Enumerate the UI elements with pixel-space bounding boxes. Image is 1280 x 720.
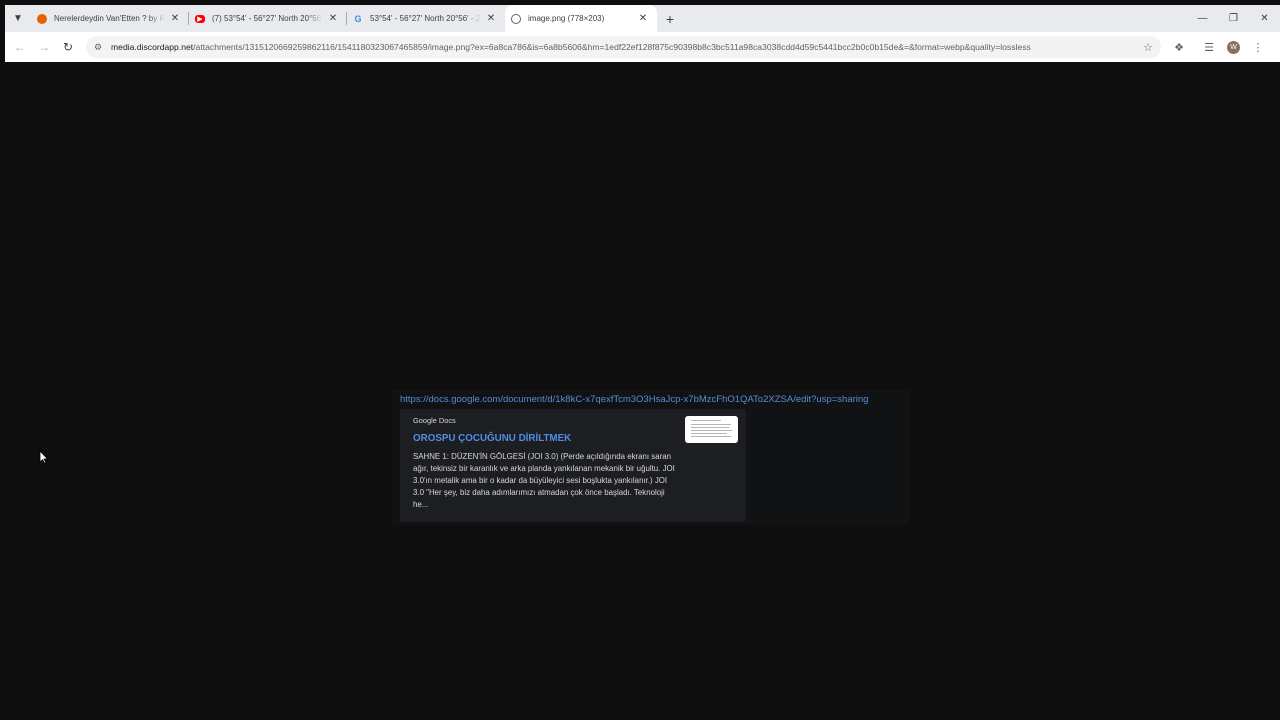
profile-avatar[interactable]: W bbox=[1227, 40, 1240, 54]
close-tab-icon[interactable]: ✕ bbox=[169, 13, 181, 24]
thumb-line bbox=[691, 424, 731, 425]
tab-title: image.png (778×203) bbox=[528, 14, 605, 23]
close-tab-icon[interactable]: ✕ bbox=[485, 13, 497, 24]
mouse-cursor-icon bbox=[39, 450, 49, 464]
address-bar[interactable]: ⚙ media.discordapp.net/attachments/13151… bbox=[86, 36, 1161, 58]
thumb-line bbox=[691, 420, 721, 421]
tab-title: 53°54' - 56°27' North 20°56' - 2 bbox=[370, 14, 481, 23]
new-tab-button[interactable]: + bbox=[657, 5, 683, 32]
page-viewport: https://docs.google.com/document/d/1k8kC… bbox=[5, 63, 1280, 717]
youtube-icon: ▶ bbox=[195, 14, 205, 23]
close-window-icon[interactable]: ✕ bbox=[1249, 5, 1280, 32]
url-text[interactable]: media.discordapp.net/attachments/1315120… bbox=[111, 42, 1137, 52]
bookmark-star-icon[interactable]: ☆ bbox=[1143, 41, 1153, 54]
tab-4-active[interactable]: image.png (778×203) ✕ bbox=[505, 5, 657, 32]
tab-search-chevron-icon[interactable]: ▼ bbox=[5, 5, 31, 32]
tab-1[interactable]: Nerelerdeydin Van'Etten ? by Ki ✕ bbox=[31, 5, 189, 32]
firefox-icon bbox=[37, 13, 47, 24]
restore-icon[interactable]: ❐ bbox=[1218, 5, 1249, 32]
extensions-icon[interactable]: ❖ bbox=[1167, 35, 1191, 59]
tab-title: Nerelerdeydin Van'Etten ? by Ki bbox=[54, 14, 165, 23]
back-arrow-icon[interactable]: ← bbox=[8, 35, 32, 59]
thumb-line bbox=[691, 436, 731, 437]
document-thumbnail bbox=[685, 416, 738, 443]
url-path: /attachments/1315120669259862116/1541180… bbox=[193, 42, 1031, 52]
tab-title: (7) 53°54' - 56°27' North 20°56' bbox=[212, 14, 323, 23]
forward-arrow-icon[interactable]: → bbox=[32, 35, 56, 59]
embed-title: OROSPU ÇOCUĞUNU DİRİLTMEK bbox=[413, 433, 572, 444]
close-tab-icon[interactable]: ✕ bbox=[637, 13, 649, 24]
globe-icon bbox=[511, 13, 521, 24]
tab-strip: ▼ Nerelerdeydin Van'Etten ? by Ki ✕ ▶ (7… bbox=[5, 5, 1280, 32]
browser-toolbar: ← → ↻ ⚙ media.discordapp.net/attachments… bbox=[5, 32, 1280, 62]
media-controls-icon[interactable]: ☰ bbox=[1197, 35, 1221, 59]
window-controls: — ❐ ✕ bbox=[1187, 5, 1280, 32]
thumb-line bbox=[691, 427, 729, 428]
reload-icon[interactable]: ↻ bbox=[56, 35, 80, 59]
close-tab-icon[interactable]: ✕ bbox=[327, 13, 339, 24]
google-icon: G bbox=[354, 13, 362, 24]
tab-2[interactable]: ▶ (7) 53°54' - 56°27' North 20°56' ✕ bbox=[189, 5, 347, 32]
more-menu-icon[interactable]: ⋮ bbox=[1246, 35, 1270, 59]
thumb-line bbox=[691, 430, 732, 431]
embed-description: SAHNE 1: DÜZEN'İN GÖLGESİ (JOI 3.0) (Per… bbox=[413, 452, 675, 509]
url-host: media.discordapp.net bbox=[111, 42, 194, 52]
minimize-icon[interactable]: — bbox=[1187, 5, 1218, 32]
thumb-line bbox=[691, 433, 727, 434]
embed-link: https://docs.google.com/document/d/1k8kC… bbox=[400, 394, 869, 405]
displayed-image: https://docs.google.com/document/d/1k8kC… bbox=[392, 390, 909, 525]
tab-3[interactable]: G 53°54' - 56°27' North 20°56' - 2 ✕ bbox=[347, 5, 505, 32]
site-settings-icon[interactable]: ⚙ bbox=[94, 42, 104, 53]
link-preview-card: Google Docs OROSPU ÇOCUĞUNU DİRİLTMEK SA… bbox=[400, 409, 746, 522]
embed-provider: Google Docs bbox=[413, 416, 456, 425]
